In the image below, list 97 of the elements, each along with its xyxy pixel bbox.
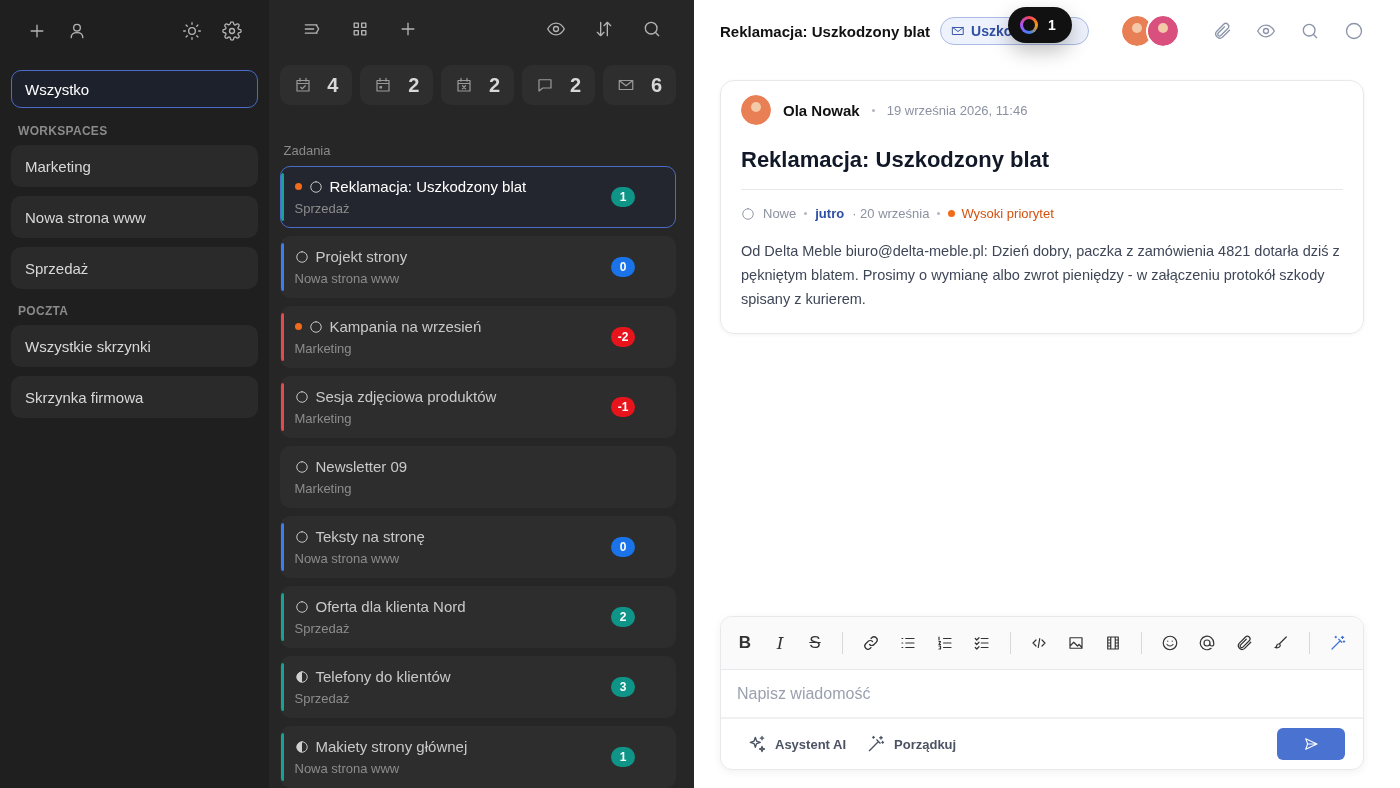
section-heading: WORKSPACES — [18, 124, 109, 138]
count-badge: -1 — [611, 397, 635, 417]
author-name: Ola Nowak — [783, 101, 860, 119]
stat-count: 2 — [570, 73, 582, 97]
smiley-icon[interactable] — [1161, 634, 1179, 652]
task-card[interactable]: Makiety strony głównej Nowa strona www 1 — [279, 726, 676, 788]
task-title: Projekt strony — [315, 248, 408, 265]
task-card[interactable]: Teksty na stronę Nowa strona www 0 — [279, 516, 676, 578]
sidebar-item[interactable]: Sprzedaż — [11, 247, 258, 289]
chat-bubble-icon — [536, 76, 555, 94]
message-input[interactable]: Napisz wiadomość — [721, 670, 1363, 719]
envelope-icon — [951, 24, 966, 38]
task-title: Sesja zdjęciowa produktów — [315, 388, 497, 405]
ai-assistant-button[interactable]: Asystent AI — [747, 734, 847, 754]
count-badge: 0 — [611, 537, 635, 557]
message-subject: Reklamacja: Uszkodzony blat — [741, 147, 1343, 190]
calendar-check-icon — [293, 76, 312, 94]
task-title: Reklamacja: Uszkodzony blat — [329, 178, 527, 195]
checklist-icon[interactable] — [973, 634, 991, 652]
stat-tile[interactable]: 2 — [441, 65, 515, 105]
task-workspace: Nowa strona www — [294, 761, 401, 776]
film-icon[interactable] — [1104, 634, 1122, 652]
stat-tile[interactable]: 2 — [522, 65, 596, 105]
task-title: Kampania na wrzesień — [329, 318, 482, 335]
section-heading: Zadania — [283, 143, 332, 158]
count-badge: 2 — [611, 607, 635, 627]
task-title: Telefony do klientów — [315, 668, 451, 685]
task-card[interactable]: Oferta dla klienta Nord Sprzedaż 2 — [279, 586, 676, 648]
separator-dot — [871, 108, 875, 112]
task-card[interactable]: Sesja zdjęciowa produktów Marketing -1 — [279, 376, 676, 438]
bold-button[interactable]: B — [737, 633, 753, 653]
message-date: 19 września 2026, 11:46 — [886, 102, 1028, 118]
task-workspace: Marketing — [294, 481, 353, 496]
stat-count: 2 — [489, 73, 501, 97]
at-sign-icon[interactable] — [1198, 634, 1216, 652]
count-badge: 0 — [611, 257, 635, 277]
avatar — [1146, 14, 1180, 48]
count-badge: -2 — [611, 327, 635, 347]
task-title: Newsletter 09 — [315, 458, 408, 475]
priority-dot — [948, 210, 956, 217]
numbered-list-icon[interactable] — [936, 634, 954, 652]
magic-wand-icon — [866, 734, 887, 754]
strikethrough-button[interactable]: S — [807, 633, 823, 653]
task-workspace: Nowa strona www — [294, 271, 401, 286]
task-workspace: Marketing — [294, 411, 353, 426]
paperclip-icon[interactable] — [1212, 21, 1232, 41]
separator-dot — [804, 212, 808, 215]
link-icon[interactable] — [862, 634, 880, 652]
message-body: Od Delta Meble biuro@delta-meble.pl: Dzień dobry, paczka z zamówienia 4821 dotarła dziś z pękniętym blatem. Prosimy o wymianę albo zwrot pieniędzy - w załączeniu protokół szkody spisany z kurierem. — [741, 242, 1341, 309]
stat-tile[interactable]: 6 — [603, 65, 677, 105]
conversation-title: Reklamacja: Uszkodzony blat — [720, 22, 931, 40]
sidebar-item[interactable]: Wszystko — [11, 70, 258, 108]
tidy-button[interactable]: Porządkuj — [866, 734, 957, 754]
task-title: Oferta dla klienta Nord — [315, 598, 466, 615]
magic-wand-icon[interactable] — [1329, 634, 1347, 652]
settings-icon[interactable] — [221, 21, 242, 41]
task-card[interactable]: Newsletter 09 Marketing — [279, 446, 676, 508]
task-workspace: Sprzedaż — [294, 621, 351, 636]
count-badge: 3 — [611, 677, 635, 697]
task-card[interactable]: Reklamacja: Uszkodzony blat Sprzedaż 1 — [279, 166, 676, 228]
circle-icon[interactable] — [1344, 21, 1364, 41]
task-workspace: Sprzedaż — [294, 691, 351, 706]
stat-count: 6 — [650, 73, 663, 97]
calendar-cross-icon — [455, 76, 474, 94]
avatar — [741, 95, 771, 125]
send-icon — [1303, 736, 1319, 752]
calendar-icon — [374, 76, 393, 94]
task-title: Teksty na stronę — [315, 528, 425, 545]
task-workspace: Sprzedaż — [294, 201, 351, 216]
sparkles-icon — [747, 734, 767, 754]
send-button[interactable] — [1277, 728, 1345, 760]
sidebar-item[interactable]: Nowa strona www — [11, 196, 258, 238]
separator-dot — [937, 212, 941, 215]
task-card[interactable]: Telefony do klientów Sprzedaż 3 — [279, 656, 676, 718]
section-heading: POCZTA — [18, 304, 70, 318]
stat-count: 4 — [327, 73, 339, 97]
count-badge: 1 — [611, 187, 635, 207]
sidebar-item[interactable]: Skrzynka firmowa — [11, 376, 258, 418]
status-label: Nowe — [763, 206, 797, 221]
stat-count: 2 — [408, 73, 420, 97]
italic-button[interactable]: I — [772, 633, 788, 653]
sidebar-item[interactable]: Marketing — [11, 145, 258, 187]
task-title: Makiety strony głównej — [315, 738, 468, 755]
task-card[interactable]: Kampania na wrzesień Marketing -2 — [279, 306, 676, 368]
due-link[interactable]: jutro — [815, 206, 845, 221]
task-workspace: Nowa strona www — [294, 551, 401, 566]
sidebar-item[interactable]: Wszystkie skrzynki — [11, 325, 258, 367]
paperclip-icon[interactable] — [1235, 634, 1253, 652]
image-icon[interactable] — [1067, 634, 1085, 652]
stat-tile[interactable]: 4 — [279, 65, 353, 105]
task-card[interactable]: Projekt strony Nowa strona www 0 — [279, 236, 676, 298]
count-badge: 1 — [611, 747, 635, 767]
priority-label: Wysoki priorytet — [961, 206, 1054, 221]
stat-tile[interactable]: 2 — [360, 65, 434, 105]
due-date: · 20 września — [852, 206, 930, 221]
task-workspace: Marketing — [294, 341, 353, 356]
sun-icon[interactable] — [181, 21, 202, 41]
